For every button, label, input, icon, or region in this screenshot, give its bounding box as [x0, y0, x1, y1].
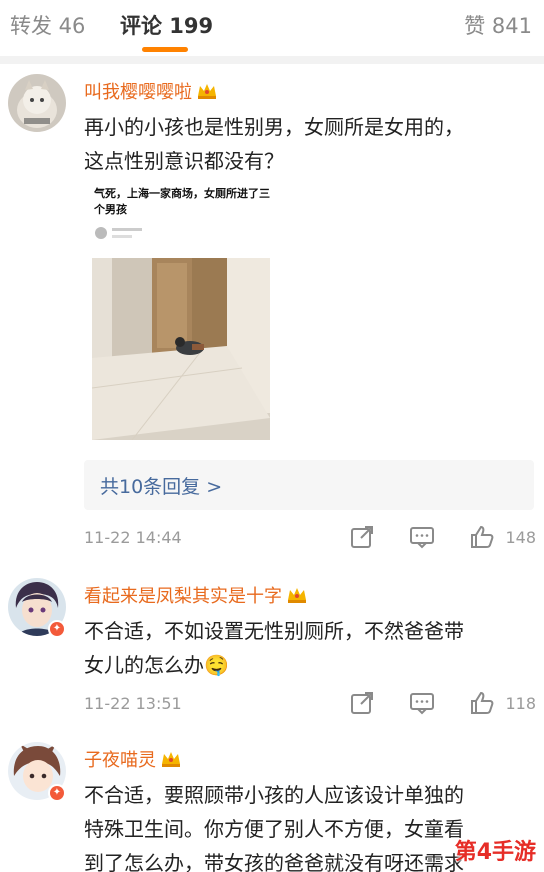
crown-badge-icon: [288, 588, 306, 603]
source-logo-icon: [95, 227, 142, 239]
embed-title: 气死，上海一家商场，女厕所进了三个男孩: [94, 187, 270, 216]
username[interactable]: 叫我樱嘤嘤啦: [84, 78, 218, 104]
comment-text: 不合适，不如设置无性别厕所，不然爸爸带 女儿的怎么办🤤: [84, 614, 534, 682]
comment-icon[interactable]: [409, 690, 435, 716]
divider: [0, 56, 544, 64]
tab-bar: 转发 46 评论 199 赞 841: [0, 0, 544, 52]
timestamp: 11-22 13:51: [84, 694, 182, 713]
repost-icon[interactable]: [349, 524, 375, 550]
timestamp: 11-22 14:44: [84, 528, 182, 547]
comment-meta: 11-22 13:51 118: [84, 690, 536, 718]
comment-line: 再小的小孩也是性别男，女厕所是女用的，: [84, 115, 464, 139]
crown-badge-icon: [198, 84, 216, 99]
view-replies-button[interactable]: 共10条回复 >: [84, 460, 534, 510]
comment-meta: 11-22 14:44 148: [84, 524, 536, 552]
username[interactable]: 子夜喵灵: [84, 746, 182, 772]
comment-line: 女儿的怎么办🤤: [84, 653, 229, 677]
comment-icon[interactable]: [409, 524, 435, 550]
verified-badge-icon: ✦: [48, 620, 66, 638]
like-count: 118: [505, 694, 536, 713]
tab-comments[interactable]: 评论 199: [120, 10, 213, 40]
username-text[interactable]: 看起来是凤梨其实是十字: [84, 586, 282, 607]
comment-line: 这点性别意识都没有？: [84, 149, 284, 173]
embedded-image[interactable]: 气死，上海一家商场，女厕所进了三个男孩: [84, 180, 274, 442]
like-icon[interactable]: [469, 690, 495, 716]
restroom-photo: [92, 258, 270, 440]
site-watermark: 第4手游: [454, 840, 536, 865]
repost-icon[interactable]: [349, 690, 375, 716]
username-text[interactable]: 子夜喵灵: [84, 750, 156, 771]
username-text[interactable]: 叫我樱嘤嘤啦: [84, 82, 192, 103]
tab-repost[interactable]: 转发 46: [10, 10, 85, 40]
avatar[interactable]: [8, 74, 66, 132]
like-count: 148: [505, 528, 536, 547]
like-icon[interactable]: [469, 524, 495, 550]
tab-likes[interactable]: 赞 841: [464, 10, 532, 40]
comment-line: 不合适，不如设置无性别厕所，不然爸爸带: [84, 619, 464, 643]
comment-text: 再小的小孩也是性别男，女厕所是女用的， 这点性别意识都没有？: [84, 110, 534, 178]
username[interactable]: 看起来是凤梨其实是十字: [84, 582, 308, 608]
verified-badge-icon: ✦: [48, 784, 66, 802]
replies-label[interactable]: 共10条回复 >: [100, 472, 222, 499]
comment-line: 不合适，要照顾带小孩的人应该设计单独的: [84, 783, 464, 807]
crown-badge-icon: [162, 752, 180, 767]
active-tab-indicator: [142, 47, 188, 52]
